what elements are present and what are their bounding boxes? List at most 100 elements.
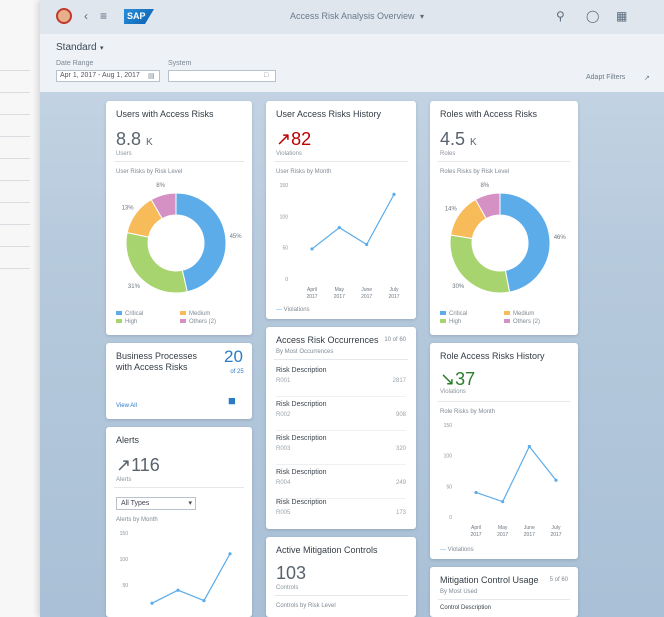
data-point <box>202 599 206 603</box>
chart-title: Controls by Risk Level <box>276 603 336 609</box>
menu-icon[interactable]: ≡ <box>100 9 107 23</box>
slice-label: 45% <box>230 234 243 240</box>
x-tick-label: July <box>390 287 399 293</box>
x-tick-label: April <box>307 287 317 293</box>
system-input[interactable] <box>168 70 276 82</box>
value-help-icon[interactable]: □ <box>264 72 268 79</box>
x-tick-label: May <box>498 525 508 531</box>
date-range-input[interactable]: Apr 1, 2017 - Aug 1, 2017 <box>56 70 160 82</box>
alert-type-select[interactable]: All Types ▾ <box>116 497 196 510</box>
kpi-subtitle: Roles <box>440 151 456 157</box>
y-tick-label: 150 <box>444 423 453 429</box>
y-tick-label: 100 <box>120 557 129 563</box>
series-line <box>311 194 395 250</box>
list-item[interactable]: Risk Description R003 320 <box>276 431 406 465</box>
users-risks-card[interactable]: Users with Access Risks 8.8 K Users User… <box>106 101 252 335</box>
divider <box>274 161 408 162</box>
variant-selector[interactable]: Standard <box>56 42 97 53</box>
x-tick-label: 2017 <box>497 532 508 538</box>
card-subtitle: By Most Occurrences <box>276 349 334 355</box>
kpi-subtitle: Violations <box>276 151 302 157</box>
series-line <box>475 445 557 503</box>
kpi-value: ↗82 <box>276 129 312 149</box>
avatar[interactable] <box>56 8 72 24</box>
x-tick-label: 2017 <box>470 532 481 538</box>
adapt-filters-button[interactable]: Adapt Filters <box>586 74 625 81</box>
x-tick-label: May <box>335 287 345 293</box>
y-tick-label: 50 <box>122 583 128 589</box>
overview-page-window: ‹ ≡ SAP Access Risk Analysis Overview ▾ … <box>40 0 664 617</box>
slice-label: 14% <box>445 207 458 213</box>
user-history-line-chart[interactable]: 050100150April2017May2017June2017July201… <box>266 179 416 307</box>
data-point <box>474 490 478 495</box>
mitigation-usage-card[interactable]: Mitigation Control Usage 5 of 60 By Most… <box>430 567 578 617</box>
y-tick-label: 0 <box>285 277 288 283</box>
data-point <box>228 552 232 556</box>
roles-risks-card[interactable]: Roles with Access Risks 4.5 K Roles Role… <box>430 101 578 335</box>
chart-title: Roles Risks by Risk Level <box>440 169 510 175</box>
variant-chevron-icon[interactable]: ▾ <box>100 44 104 52</box>
data-point <box>337 226 341 230</box>
users-risk-donut-chart[interactable]: 45% 31% 13% 8% <box>106 177 252 307</box>
data-point <box>310 247 314 251</box>
slice-label: 46% <box>554 235 567 241</box>
list-item[interactable]: Risk Description R001 2817 <box>276 363 406 397</box>
divider <box>114 487 244 488</box>
slice-label: 31% <box>128 284 141 290</box>
notification-icon[interactable]: ◯ <box>586 9 599 23</box>
list-item[interactable]: Control Description <box>440 605 491 611</box>
role-history-card[interactable]: Role Access Risks History ↘37 Violations… <box>430 343 578 559</box>
view-all-link[interactable]: View All <box>116 403 137 409</box>
x-tick-label: 2017 <box>361 294 372 300</box>
roles-risk-donut-chart[interactable]: 46% 30% 14% 8% <box>430 177 578 307</box>
kpi-subtitle: Users <box>116 151 132 157</box>
cube-icon: ■ <box>228 393 236 408</box>
card-title: Access Risk Occurrences <box>276 335 379 345</box>
card-title: User Access Risks History <box>276 109 382 119</box>
card-title: Role Access Risks History <box>440 351 545 361</box>
list-item[interactable]: Risk Description R005 173 <box>276 495 406 529</box>
user-history-card[interactable]: User Access Risks History ↗82 Violations… <box>266 101 416 319</box>
kpi-value: 103 <box>276 563 307 583</box>
divider <box>438 599 570 600</box>
x-tick-label: 2017 <box>334 294 345 300</box>
mitigation-controls-card[interactable]: Active Mitigation Controls 103 Controls … <box>266 537 416 617</box>
app-title[interactable]: Access Risk Analysis Overview <box>290 11 415 21</box>
divider <box>114 161 244 162</box>
risk-occurrences-card[interactable]: Access Risk Occurrences 10 of 60 By Most… <box>266 327 416 529</box>
process-count-sub: of 25 <box>230 369 244 375</box>
pin-icon[interactable]: ↗ <box>644 74 650 82</box>
x-tick-label: June <box>361 287 372 293</box>
kpi-value: ↗116 <box>116 455 160 475</box>
chart-title: Alerts by Month <box>116 517 158 523</box>
card-title: Active Mitigation Controls <box>276 545 378 555</box>
kpi-subtitle: Alerts <box>116 477 132 483</box>
role-history-line-chart[interactable]: 050100150April2017May2017June2017July201… <box>430 419 578 545</box>
slice-label: 8% <box>480 183 489 189</box>
divider <box>438 401 570 402</box>
chevron-down-icon[interactable]: ▾ <box>420 12 424 21</box>
card-title: Users with Access Risks <box>116 109 214 119</box>
search-icon[interactable]: ⚲ <box>556 9 565 23</box>
business-processes-card[interactable]: Business Processes with Access Risks 20 … <box>106 343 252 419</box>
alerts-card[interactable]: Alerts ↗116 Alerts All Types ▾ Alerts by… <box>106 427 252 617</box>
list-item[interactable]: Risk Description R002 908 <box>276 397 406 431</box>
alerts-line-chart[interactable]: 50 100 150 <box>106 527 252 617</box>
item-count: 5 of 60 <box>549 577 568 583</box>
data-point <box>554 478 558 482</box>
x-tick-label: June <box>524 525 535 531</box>
sap-logo: SAP <box>124 9 154 24</box>
chart-title: User Risks by Month <box>276 169 332 175</box>
chart-title: Role Risks by Month <box>440 409 496 415</box>
y-tick-label: 150 <box>280 183 289 189</box>
item-count: 10 of 60 <box>384 337 406 343</box>
back-icon[interactable]: ‹ <box>84 9 88 23</box>
data-point <box>527 444 531 449</box>
series-line <box>151 553 231 604</box>
list-item[interactable]: Risk Description R004 249 <box>276 465 406 499</box>
date-range-value: Apr 1, 2017 - Aug 1, 2017 <box>60 72 140 79</box>
y-tick-label: 0 <box>449 515 452 521</box>
kpi-subtitle: Controls <box>276 585 299 591</box>
grid-icon[interactable]: ▦ <box>616 9 627 23</box>
calendar-icon[interactable]: ▤ <box>148 72 155 80</box>
